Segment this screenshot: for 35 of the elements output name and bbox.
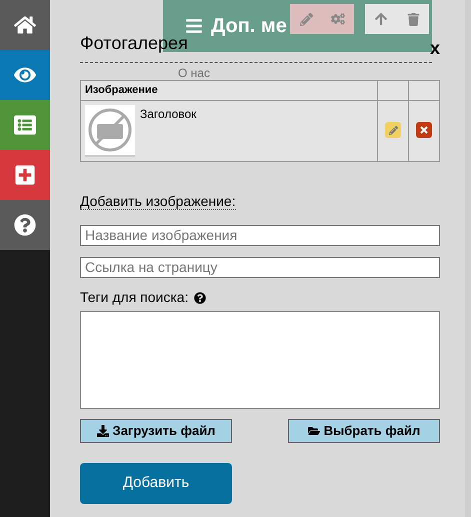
pencil-icon bbox=[300, 12, 312, 26]
column-header: Изображение bbox=[80, 80, 378, 100]
trash-icon bbox=[406, 12, 420, 26]
folder-icon bbox=[308, 425, 320, 437]
sidebar-item[interactable] bbox=[0, 150, 50, 200]
image-title: Заголовок bbox=[140, 106, 196, 123]
gears-icon bbox=[331, 12, 345, 26]
close-icon bbox=[420, 126, 428, 134]
list-icon bbox=[14, 114, 36, 136]
edit-button[interactable] bbox=[385, 122, 401, 138]
sidebar-item[interactable] bbox=[0, 100, 50, 150]
home-icon bbox=[14, 14, 36, 36]
menu-label: Доп. ме bbox=[211, 14, 287, 39]
dialog-title: Фотогалерея bbox=[80, 32, 188, 55]
close-button[interactable]: x bbox=[430, 39, 440, 57]
download-icon bbox=[96, 425, 109, 437]
file-button[interactable]: Загрузить файл bbox=[80, 419, 232, 443]
input-field[interactable]: Ссылка на страницу bbox=[80, 257, 440, 278]
input-field[interactable]: Название изображения bbox=[80, 225, 440, 246]
menu-icon bbox=[185, 17, 203, 35]
delete-button[interactable] bbox=[416, 122, 432, 138]
help-icon bbox=[14, 214, 36, 236]
tags-label: Теги для поиска: bbox=[80, 288, 188, 307]
arrow-up-icon bbox=[374, 12, 388, 26]
add-button[interactable]: Добавить bbox=[80, 463, 232, 504]
sidebar-item[interactable] bbox=[0, 200, 50, 250]
tags-field[interactable] bbox=[80, 311, 440, 409]
sidebar-item[interactable] bbox=[0, 0, 50, 50]
help-icon bbox=[194, 292, 206, 304]
sidebar-item[interactable] bbox=[0, 50, 50, 100]
plus-icon bbox=[14, 164, 36, 186]
no-photo-icon bbox=[85, 105, 135, 157]
section-title: Добавить изображение: bbox=[80, 193, 236, 210]
pencil-icon bbox=[388, 126, 398, 134]
file-button[interactable]: Выбрать файл bbox=[288, 419, 440, 443]
